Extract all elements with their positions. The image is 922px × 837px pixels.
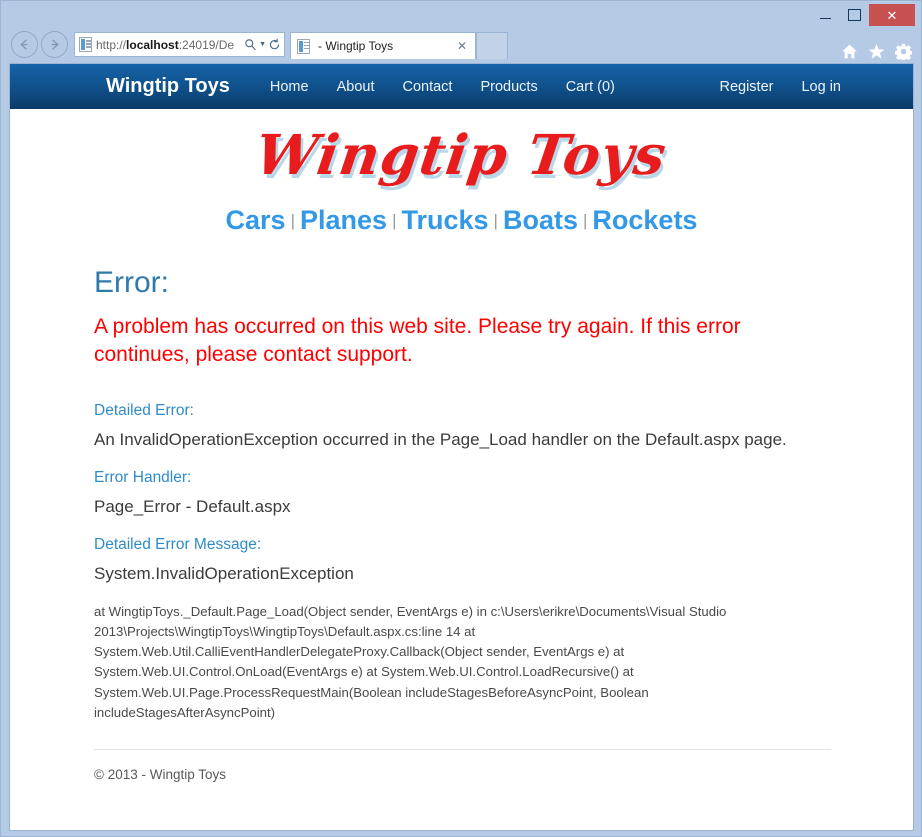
- url-scheme: http://: [96, 37, 127, 52]
- nav-link-cart[interactable]: Cart (0): [552, 79, 629, 95]
- forward-arrow-glyph: [51, 39, 59, 50]
- nav-link-about[interactable]: About: [323, 79, 389, 95]
- navbar-brand[interactable]: Wingtip Toys: [106, 75, 230, 98]
- browser-toolbar: http://localhost:24019/De ▼ - Wingtip To…: [9, 30, 914, 63]
- refresh-icon[interactable]: [268, 38, 281, 51]
- detailed-message-label: Detailed Error Message:: [94, 535, 262, 553]
- back-icon[interactable]: [11, 31, 38, 58]
- nav-link-register[interactable]: Register: [705, 79, 787, 95]
- address-bar-icons: ▼: [244, 38, 281, 51]
- chevron-down-icon[interactable]: ▼: [259, 41, 266, 48]
- tab-page-icon: [297, 38, 310, 54]
- detailed-error-label: Detailed Error:: [94, 402, 194, 420]
- home-icon[interactable]: [841, 43, 858, 60]
- page-viewport: Wingtip Toys Home About Contact Products…: [9, 63, 914, 831]
- site-logo[interactable]: Wingtip Toys: [252, 122, 671, 187]
- browser-action-icons: [841, 43, 912, 60]
- error-message: A problem has occurred on this web site.…: [94, 315, 741, 366]
- minimize-button[interactable]: [811, 4, 840, 26]
- star-icon[interactable]: [868, 43, 885, 60]
- window-controls: ✕: [811, 4, 915, 26]
- browser-window: ✕ http://localhost:24019/De ▼ - Wingtip …: [0, 0, 922, 837]
- category-separator: |: [290, 211, 295, 230]
- navigation-buttons: [11, 30, 68, 58]
- category-link-boats[interactable]: Boats: [503, 205, 578, 235]
- category-link-planes[interactable]: Planes: [300, 205, 387, 235]
- error-handler-label: Error Handler:: [94, 469, 192, 487]
- close-button[interactable]: ✕: [869, 4, 915, 26]
- category-link-trucks[interactable]: Trucks: [401, 205, 488, 235]
- maximize-button[interactable]: [840, 4, 869, 26]
- nav-link-products[interactable]: Products: [466, 79, 551, 95]
- navbar-right-group: Register Log in: [705, 79, 895, 95]
- site-navbar: Wingtip Toys Home About Contact Products…: [10, 64, 913, 109]
- error-heading: Error:: [94, 266, 169, 299]
- category-separator: |: [392, 211, 397, 230]
- copyright-text: © 2013 - Wingtip Toys: [94, 766, 227, 782]
- error-handler-value: Page_Error - Default.aspx: [94, 497, 291, 517]
- nav-link-contact[interactable]: Contact: [388, 79, 466, 95]
- tab-close-icon[interactable]: ✕: [453, 39, 471, 53]
- title-bar: ✕: [9, 4, 915, 30]
- error-content: Error: A problem has occurred on this we…: [10, 242, 913, 723]
- search-icon[interactable]: [244, 38, 257, 51]
- forward-icon[interactable]: [41, 31, 68, 58]
- tab-title: - Wingtip Toys: [318, 39, 394, 53]
- stack-trace: at WingtipToys._Default.Page_Load(Object…: [94, 604, 727, 720]
- category-separator: |: [493, 211, 498, 230]
- nav-link-home[interactable]: Home: [256, 79, 323, 95]
- gear-icon[interactable]: [895, 43, 912, 60]
- detailed-message-value: System.InvalidOperationException: [94, 563, 354, 583]
- category-links: Cars | Planes | Trucks | Boats | Rockets: [10, 189, 913, 242]
- site-logo-container: Wingtip Toys: [10, 109, 913, 189]
- back-arrow-glyph: [20, 39, 28, 50]
- new-tab-button[interactable]: [476, 32, 508, 59]
- category-link-rockets[interactable]: Rockets: [592, 205, 697, 235]
- nav-link-login[interactable]: Log in: [787, 79, 855, 95]
- url-text: http://localhost:24019/De: [96, 38, 244, 52]
- category-link-cars[interactable]: Cars: [226, 205, 286, 235]
- detailed-error-value: An InvalidOperationException occurred in…: [94, 430, 787, 450]
- url-host: localhost: [126, 37, 179, 52]
- page-icon: [79, 37, 92, 52]
- url-rest: :24019/De: [178, 37, 235, 52]
- browser-tab-active[interactable]: - Wingtip Toys ✕: [290, 32, 476, 59]
- category-separator: |: [582, 211, 588, 230]
- address-bar[interactable]: http://localhost:24019/De ▼: [74, 32, 285, 57]
- footer: © 2013 - Wingtip Toys: [10, 750, 913, 782]
